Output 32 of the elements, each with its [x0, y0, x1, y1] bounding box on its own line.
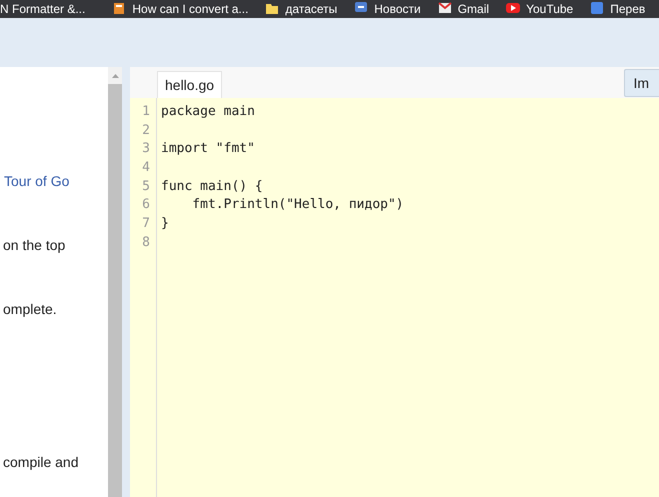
- code-line: fmt.Println("Hello, пидор"): [191, 197, 404, 212]
- code-editor-area[interactable]: 1 2 3 4 5 6 7 8 package main import "fmt" func main() { fmt.Println("Hello, пидор") }: [130, 98, 659, 497]
- imports-button[interactable]: Im: [624, 68, 659, 96]
- play-icon: [505, 0, 522, 16]
- bookmark-link[interactable]: N Formatter &...: [0, 0, 86, 16]
- file-tab[interactable]: hello.go: [157, 71, 222, 98]
- bookmark-link[interactable]: Gmail: [436, 0, 490, 16]
- translate-icon: [589, 0, 606, 16]
- line-number: 6: [142, 197, 150, 212]
- code-line: func main() {: [161, 178, 263, 194]
- line-number: 3: [142, 141, 150, 156]
- paragraph-text: on the top: [3, 237, 66, 253]
- paragraph-text: omplete.: [3, 301, 57, 317]
- bookmark-link[interactable]: How can I convert a...: [111, 0, 248, 16]
- paragraph-text: compile and: [3, 454, 78, 470]
- mail-icon: [436, 0, 453, 16]
- bookmark-link[interactable]: Новости: [353, 0, 421, 16]
- code-line: import "fmt": [161, 141, 255, 156]
- line-number: 8: [142, 234, 150, 250]
- code-line: }: [161, 216, 169, 232]
- line-number: 1: [142, 104, 150, 119]
- line-number: 5: [142, 178, 150, 194]
- code-line: package main: [161, 104, 255, 119]
- bookmark-link[interactable]: YouTube: [505, 0, 574, 16]
- line-number: 7: [142, 216, 150, 232]
- line-number: 4: [142, 160, 150, 176]
- scroll-up-icon[interactable]: [112, 74, 118, 78]
- bookmark-link[interactable]: Перев: [589, 0, 646, 16]
- bookmark-link[interactable]: датасеты: [264, 0, 338, 16]
- line-number: 2: [142, 122, 150, 138]
- scrollbar[interactable]: [108, 67, 122, 497]
- tour-link[interactable]: Tour of Go: [4, 173, 70, 189]
